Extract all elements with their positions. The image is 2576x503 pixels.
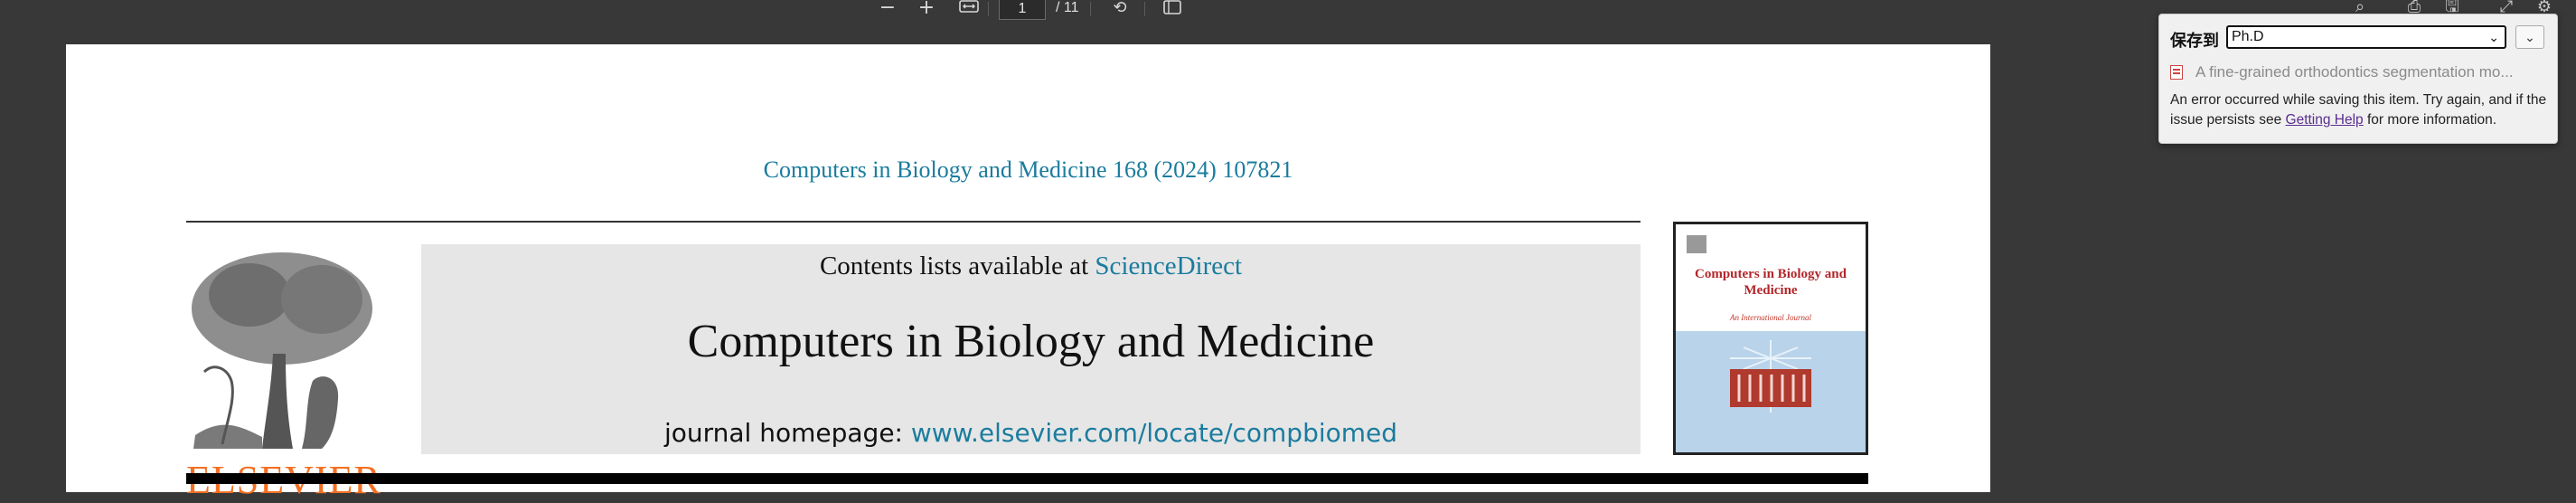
toolbar-divider — [1090, 2, 1091, 16]
journal-reference[interactable]: Computers in Biology and Medicine 168 (2… — [66, 157, 1990, 184]
cover-logo — [1687, 235, 1706, 253]
pdf-page: Computers in Biology and Medicine 168 (2… — [66, 44, 1990, 502]
toolbar-divider — [1144, 2, 1145, 16]
journal-banner: Contents lists available at ScienceDirec… — [421, 244, 1641, 454]
fit-width-icon — [959, 0, 979, 13]
pdf-document-icon — [2170, 65, 2183, 80]
getting-help-link[interactable]: Getting Help — [2286, 112, 2364, 128]
journal-title: Computers in Biology and Medicine — [687, 316, 1375, 367]
item-title: A fine-grained orthodontics segmentation… — [2195, 63, 2514, 81]
document-properties-icon — [1163, 0, 1181, 14]
elsevier-logo: ELSEVIER — [186, 245, 381, 503]
contents-line: Contents lists available at ScienceDirec… — [421, 252, 1641, 281]
chevron-down-icon: ⌄ — [2488, 30, 2499, 44]
homepage-line: journal homepage: www.elsevier.com/locat… — [421, 418, 1641, 448]
cover-image — [1676, 331, 1866, 452]
toolbar-divider — [988, 2, 989, 16]
minus-icon: − — [879, 0, 897, 19]
zoom-in-button[interactable]: + — [913, 0, 940, 18]
cover-title: Computers in Biology and Medicine — [1695, 267, 1847, 298]
chevron-down-icon: ⌄ — [2524, 30, 2535, 44]
header-rule — [186, 221, 1641, 223]
homepage-prefix: journal homepage: — [663, 418, 903, 448]
cover-illustration — [1730, 340, 1811, 413]
save-to-zotero-popup: 保存到 Ph.D ⌄ ⌄ A fine-grained orthodontics… — [2158, 14, 2558, 144]
plus-icon: + — [917, 0, 935, 19]
rotate-button[interactable]: ⟲ — [1106, 0, 1133, 18]
contents-prefix: Contents lists available at — [819, 252, 1089, 280]
error-message: An error occurred while saving this item… — [2170, 90, 2550, 130]
section-rule — [186, 473, 1868, 484]
sciencedirect-link[interactable]: ScienceDirect — [1095, 252, 1242, 280]
page-total: / 11 — [1056, 0, 1079, 15]
homepage-link[interactable]: www.elsevier.com/locate/compbiomed — [911, 418, 1397, 448]
cover-subtitle: An International Journal — [1730, 313, 1811, 322]
collection-select[interactable]: Ph.D ⌄ — [2226, 25, 2506, 49]
fit-width-button[interactable] — [955, 0, 982, 18]
error-text-after: for more information. — [2367, 112, 2496, 128]
rotate-icon: ⟲ — [1113, 0, 1127, 17]
page-view-button[interactable] — [1159, 0, 1186, 18]
collection-value: Ph.D — [2232, 29, 2264, 44]
journal-cover: Computers in Biology and Medicine An Int… — [1673, 222, 1868, 455]
save-to-label: 保存到 — [2170, 32, 2219, 51]
saved-item-row: A fine-grained orthodontics segmentation… — [2170, 63, 2550, 83]
tree-icon — [192, 252, 372, 449]
expand-collections-button[interactable]: ⌄ — [2515, 25, 2544, 49]
page-number-input[interactable]: 1 — [999, 0, 1046, 20]
zoom-out-button[interactable]: − — [874, 0, 901, 18]
